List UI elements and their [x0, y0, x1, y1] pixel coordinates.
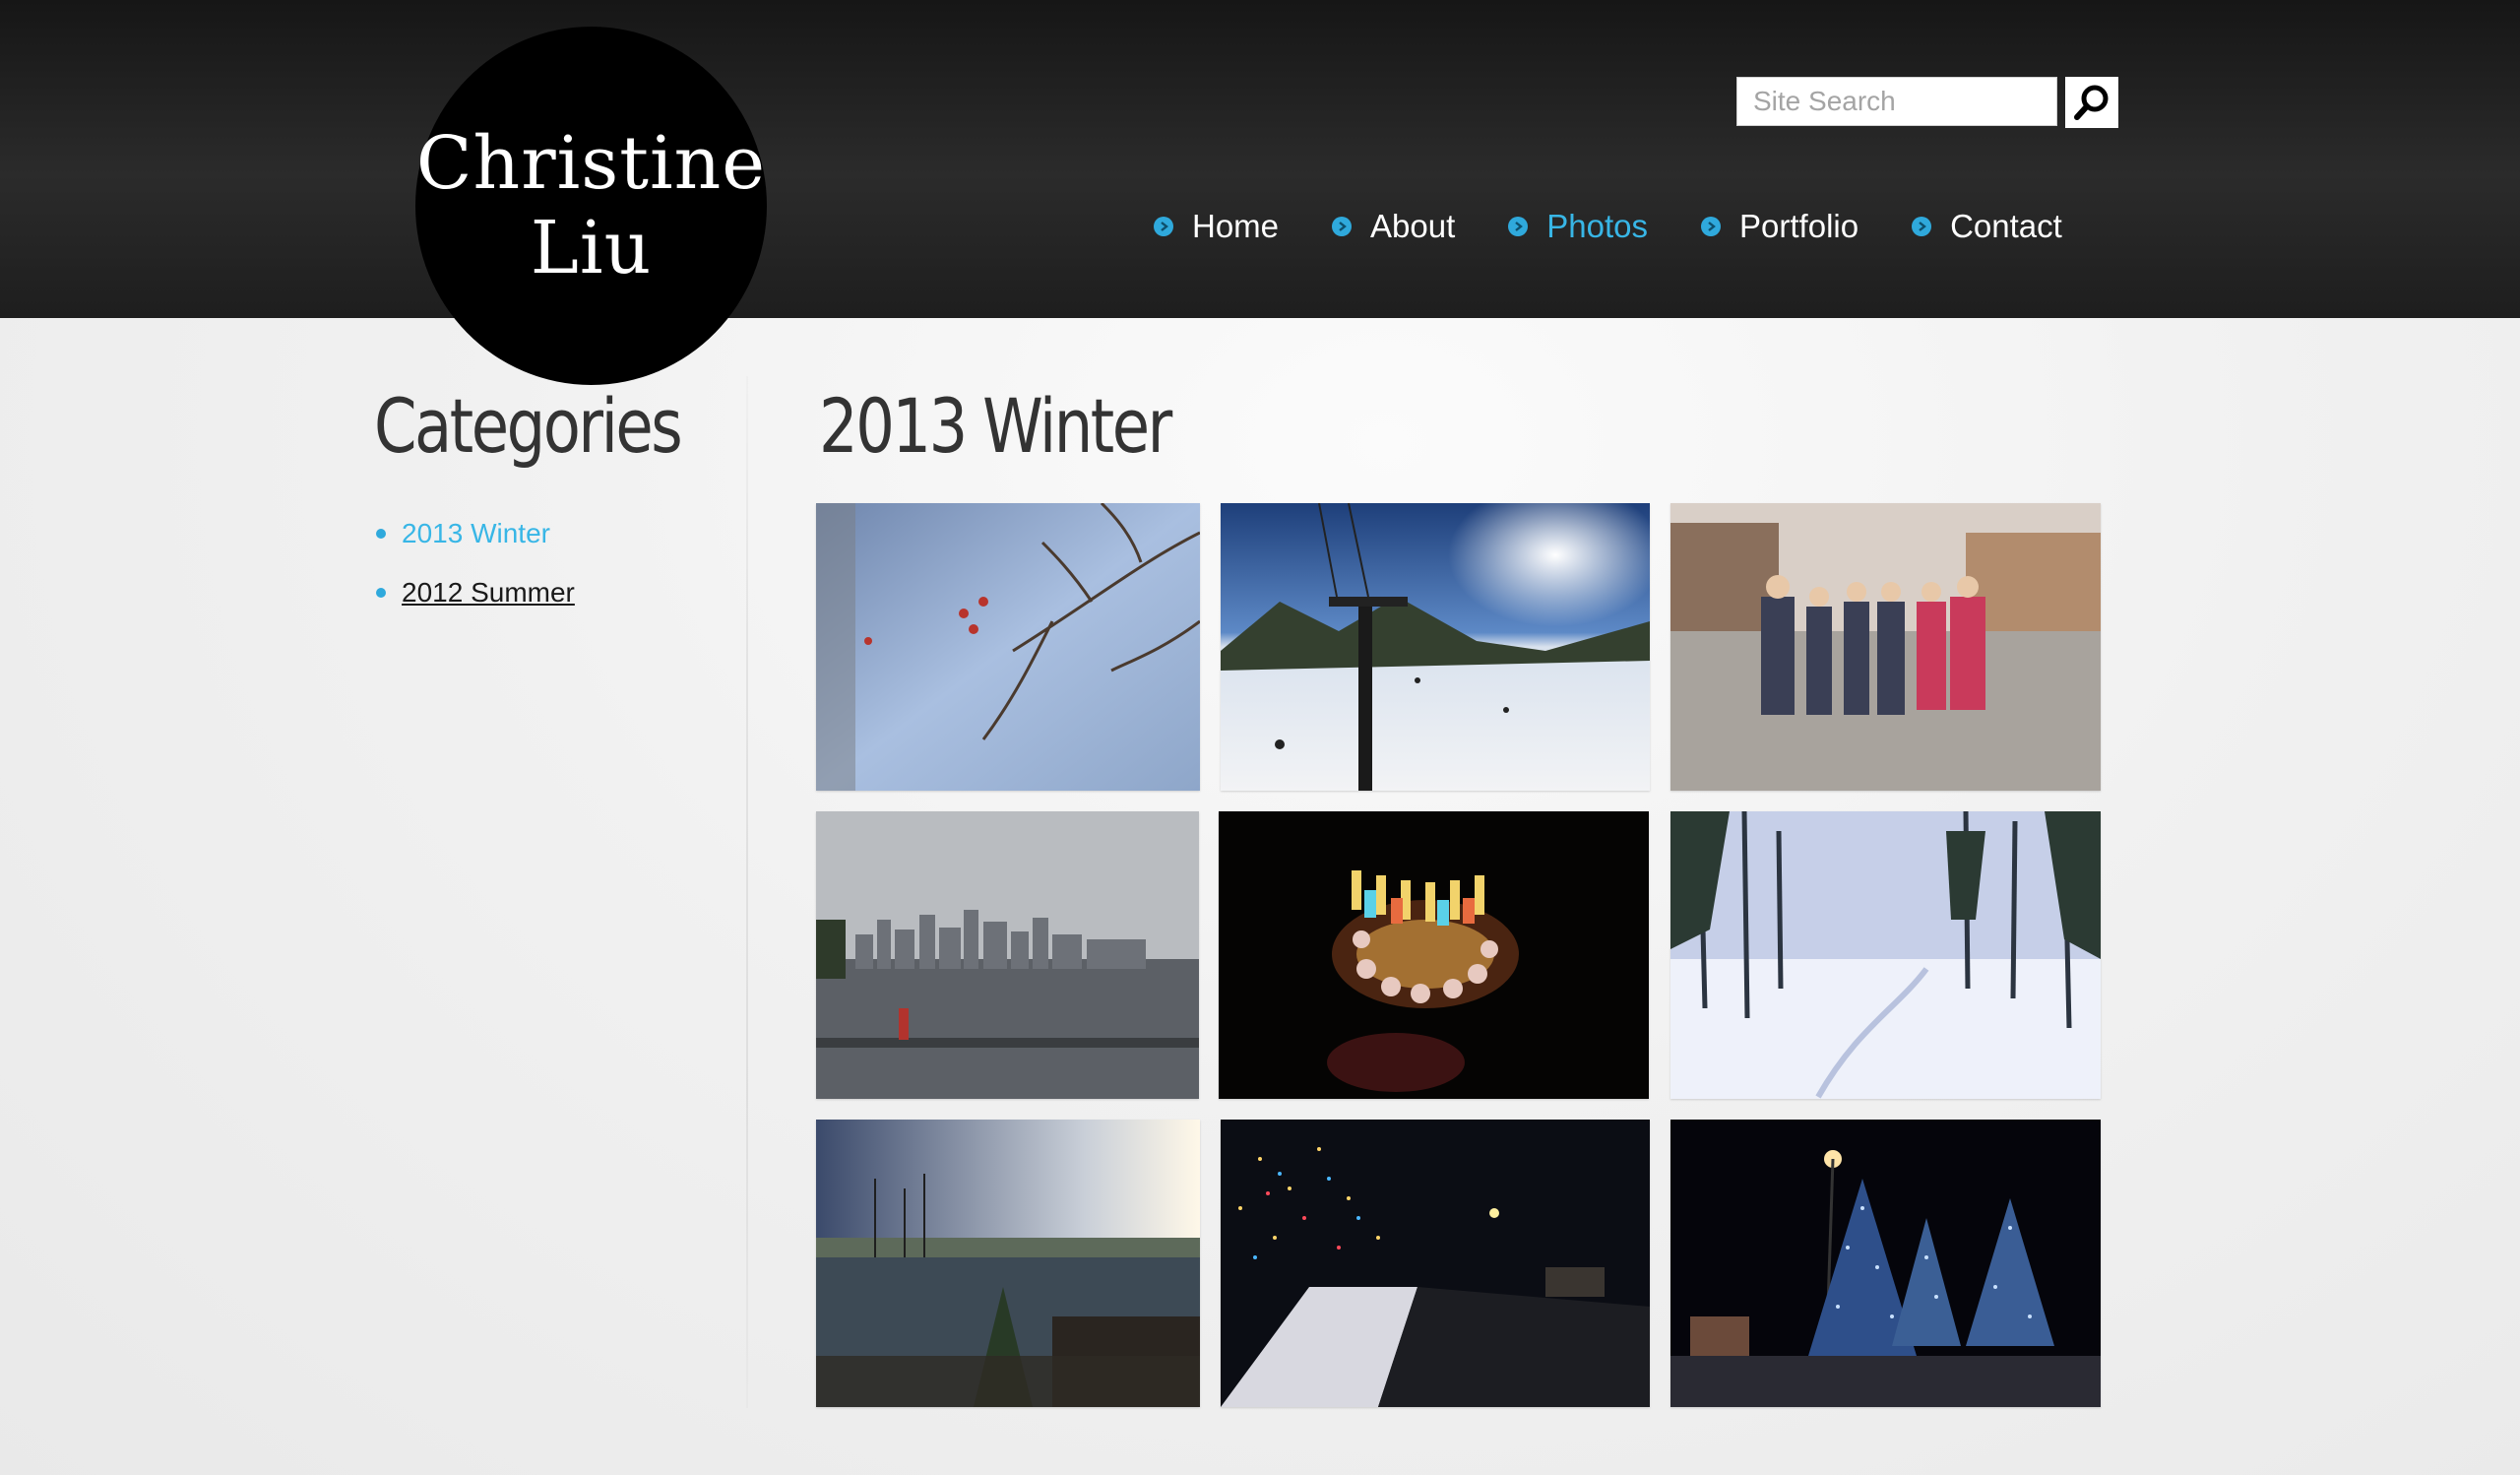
nav-item-home[interactable]: Home [1154, 208, 1279, 245]
photo-thumbnail-ski-lift[interactable] [1221, 503, 1650, 791]
nav-item-photos[interactable]: Photos [1508, 208, 1648, 245]
photo-gallery [816, 503, 2101, 1407]
nav-label-photos: Photos [1546, 208, 1649, 244]
category-item-2013-winter: 2013 Winter [376, 504, 575, 563]
photo-thumbnail-birthday-cake[interactable] [1219, 811, 1649, 1099]
arrow-circle-icon [1912, 217, 1932, 236]
nav-label-about: About [1370, 208, 1456, 244]
nav-label-portfolio: Portfolio [1739, 208, 1859, 244]
bullet-icon [376, 529, 386, 539]
photo-thumbnail-snowy-forest[interactable] [1670, 811, 2101, 1099]
sidebar-title: Categories [374, 382, 683, 470]
photo-thumbnail-branches[interactable] [816, 503, 1200, 791]
site-logo[interactable]: Christine Liu [415, 27, 767, 385]
nav-label-contact: Contact [1950, 208, 2062, 244]
photo-thumbnail-group[interactable] [1670, 503, 2101, 791]
arrow-circle-icon [1701, 217, 1722, 236]
arrow-circle-icon [1508, 217, 1529, 236]
search-icon [2074, 85, 2109, 120]
site-header: Home About Photos Portfolio Contact [0, 0, 2520, 318]
photo-thumbnail-lit-street[interactable] [1221, 1120, 1650, 1407]
category-link[interactable]: 2013 Winter [402, 518, 550, 549]
nav-item-contact[interactable]: Contact [1912, 208, 2062, 245]
photo-thumbnail-christmas-trees[interactable] [1670, 1120, 2101, 1407]
site-search-input[interactable] [1736, 77, 2057, 126]
category-item-2012-summer: 2012 Summer [376, 563, 575, 622]
photo-thumbnail-harbour-sunset[interactable] [816, 1120, 1200, 1407]
nav-item-about[interactable]: About [1332, 208, 1455, 245]
arrow-circle-icon [1332, 217, 1353, 236]
sidebar-divider [746, 376, 748, 1408]
nav-label-home: Home [1192, 208, 1280, 244]
bullet-icon [376, 588, 386, 598]
main-nav: Home About Photos Portfolio Contact [1154, 202, 2062, 251]
category-link[interactable]: 2012 Summer [402, 577, 575, 609]
search-button[interactable] [2065, 77, 2118, 128]
nav-item-portfolio[interactable]: Portfolio [1701, 208, 1858, 245]
logo-text-first: Christine [415, 121, 767, 206]
arrow-circle-icon [1154, 217, 1173, 236]
category-list: 2013 Winter 2012 Summer [376, 504, 575, 622]
photo-thumbnail-skyline[interactable] [816, 811, 1199, 1099]
logo-text-last: Liu [530, 206, 653, 290]
page-title: 2013 Winter [819, 382, 1172, 470]
